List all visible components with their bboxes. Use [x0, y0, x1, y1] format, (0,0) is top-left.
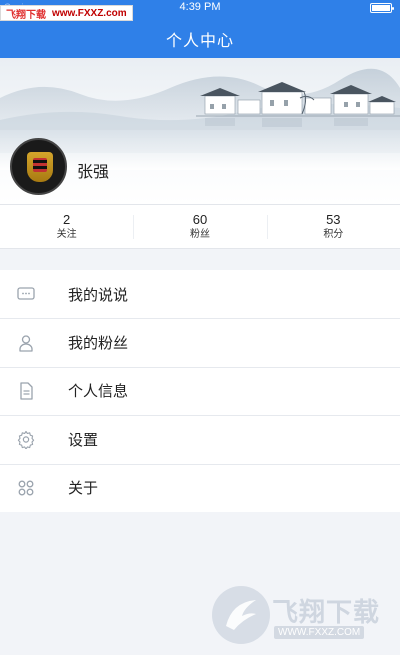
menu-item-label: 个人信息	[68, 382, 129, 401]
watermark-url: www.FXXZ.com	[52, 7, 127, 19]
menu-item-my-fans[interactable]: 我的粉丝	[0, 318, 400, 366]
avatar[interactable]	[10, 138, 67, 195]
username: 张强	[77, 162, 110, 181]
stats-bar: 2 关注 60 粉丝 53 积分	[0, 204, 400, 249]
menu-item-label: 关于	[68, 479, 99, 498]
stat-value: 2	[63, 212, 71, 227]
battery-icon	[370, 3, 394, 13]
person-icon	[19, 334, 33, 352]
watermark-brand: 飞翔下载	[272, 598, 381, 628]
header-bar: Carrier 4:39 PM 飞翔下载 www.FXXZ.com 个人中心	[0, 0, 400, 58]
watermark-badge: 飞翔下载 www.FXXZ.com	[0, 5, 133, 21]
stat-label: 积分	[323, 229, 344, 240]
stat-fans[interactable]: 60 粉丝	[133, 205, 266, 248]
watermark-emblem-icon	[212, 586, 270, 644]
grid-icon	[18, 480, 34, 496]
menu-item-settings[interactable]: 设置	[0, 415, 400, 463]
stat-label: 粉丝	[189, 229, 210, 240]
menu-item-label: 我的粉丝	[68, 334, 129, 353]
gear-icon	[17, 431, 35, 450]
profile-banner: 张强	[0, 58, 400, 204]
stat-following[interactable]: 2 关注	[0, 205, 133, 248]
menu-list: 我的说说 我的粉丝 个人信息 设置 关于	[0, 270, 400, 512]
stat-points[interactable]: 53 积分	[266, 205, 400, 248]
chat-bubble-icon	[17, 287, 35, 300]
stat-value: 60	[192, 212, 208, 227]
avatar-crest-icon	[27, 152, 53, 182]
stat-value: 53	[326, 212, 341, 227]
stat-label: 关注	[56, 229, 77, 240]
watermark-url: WWW.FXXZ.COM	[274, 626, 365, 639]
page-title: 个人中心	[165, 31, 234, 50]
menu-item-label: 设置	[68, 430, 99, 449]
menu-item-about[interactable]: 关于	[0, 463, 400, 512]
watermark-brand: 飞翔下载	[6, 9, 46, 21]
menu-item-label: 我的说说	[68, 285, 129, 304]
menu-item-my-posts[interactable]: 我的说说	[0, 270, 400, 318]
watermark-logo: 飞翔下载 WWW.FXXZ.COM	[212, 586, 394, 648]
menu-item-personal-info[interactable]: 个人信息	[0, 366, 400, 415]
document-icon	[20, 382, 33, 400]
